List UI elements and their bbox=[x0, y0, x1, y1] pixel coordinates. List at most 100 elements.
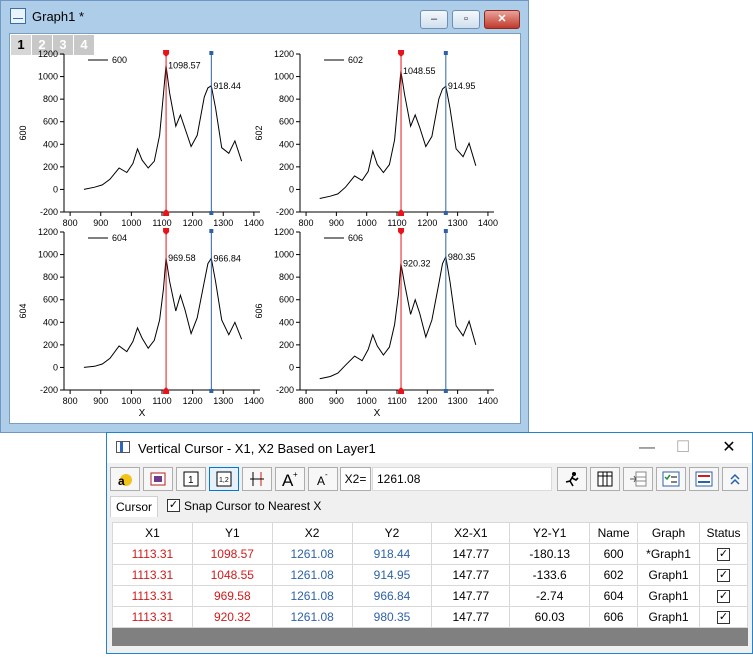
legend-label: 600 bbox=[112, 55, 127, 65]
status-checkbox[interactable]: ✓ bbox=[717, 548, 730, 562]
status-checkbox[interactable]: ✓ bbox=[717, 611, 730, 625]
graph-select-button[interactable] bbox=[143, 467, 173, 491]
cell-dx[interactable]: 147.77 bbox=[431, 564, 511, 586]
x-tick-label: 1000 bbox=[357, 218, 377, 228]
y-tick-label: -200 bbox=[40, 207, 58, 217]
plot-panel-1[interactable] bbox=[60, 50, 260, 216]
table-row[interactable]: 1113.31 969.58 1261.08 966.84 147.77 -2.… bbox=[112, 585, 748, 607]
font-smaller-button[interactable]: A- bbox=[308, 467, 338, 491]
cell-dy[interactable]: -180.13 bbox=[509, 543, 591, 565]
cursor-lines-button[interactable] bbox=[242, 467, 272, 491]
plots-area[interactable]: -200020040060080010001200800 900 1000 1100 1… bbox=[10, 34, 520, 423]
close-button[interactable]: ✕ bbox=[484, 10, 520, 29]
cell-dy[interactable]: -2.74 bbox=[509, 585, 591, 607]
restore-button[interactable]: ▫ bbox=[452, 10, 480, 29]
y-tick-label: 1200 bbox=[38, 227, 58, 237]
status-checkbox[interactable]: ✓ bbox=[717, 569, 730, 583]
cell-name[interactable]: 606 bbox=[589, 606, 639, 628]
cell-dy[interactable]: 60.03 bbox=[509, 606, 591, 628]
cell-dy[interactable]: -133.6 bbox=[509, 564, 591, 586]
collapse-button[interactable] bbox=[722, 467, 748, 491]
worksheet-button[interactable] bbox=[590, 467, 620, 491]
cell-x1[interactable]: 1113.31 bbox=[112, 543, 193, 565]
cursor-window-icon bbox=[116, 441, 130, 453]
settings-button[interactable] bbox=[689, 467, 719, 491]
cell-x2[interactable]: 1261.08 bbox=[271, 564, 353, 586]
cell-y1[interactable]: 1048.55 bbox=[191, 564, 273, 586]
x-tick-label: 1200 bbox=[183, 396, 203, 406]
cell-x2[interactable]: 1261.08 bbox=[271, 606, 353, 628]
table-header-row: X1 Y1 X2 Y2 X2-X1 Y2-Y1 Name Graph Statu… bbox=[112, 522, 748, 544]
cell-dx[interactable]: 147.77 bbox=[431, 606, 511, 628]
graph-page[interactable]: 1 2 3 4 -200 0 200 400 600 800 1000 1200 800 900 1… bbox=[9, 33, 521, 424]
cell-name[interactable]: 604 bbox=[589, 585, 639, 607]
col-header-y2[interactable]: Y2 bbox=[351, 522, 433, 544]
cell-y2[interactable]: 914.95 bbox=[351, 564, 433, 586]
cell-x2[interactable]: 1261.08 bbox=[271, 585, 353, 607]
cell-graph[interactable]: Graph1 bbox=[637, 585, 700, 607]
minimize-button[interactable]: – bbox=[420, 10, 448, 29]
table-row[interactable]: 1113.31 1098.57 1261.08 918.44 147.77 -1… bbox=[112, 543, 748, 565]
col-header-x1[interactable]: X1 bbox=[112, 522, 193, 544]
col-header-dy[interactable]: Y2-Y1 bbox=[509, 522, 591, 544]
x-tick-label: 900 bbox=[329, 396, 344, 406]
data-reader-icon: a bbox=[118, 474, 132, 488]
table-row[interactable]: 1113.31 1048.55 1261.08 914.95 147.77 -1… bbox=[112, 564, 748, 586]
x-tick-label: 1400 bbox=[478, 396, 498, 406]
cell-x1[interactable]: 1113.31 bbox=[112, 585, 193, 607]
cell-status[interactable]: ✓ bbox=[699, 564, 748, 586]
cell-y1[interactable]: 1098.57 bbox=[191, 543, 273, 565]
cell-y2[interactable]: 918.44 bbox=[351, 543, 433, 565]
cell-graph[interactable]: Graph1 bbox=[637, 606, 700, 628]
cursor-2-handle-top bbox=[443, 229, 448, 233]
x-tick-label: 1000 bbox=[121, 396, 141, 406]
cell-y1[interactable]: 969.58 bbox=[191, 585, 273, 607]
status-checkbox[interactable]: ✓ bbox=[717, 590, 730, 604]
cell-graph[interactable]: Graph1 bbox=[637, 564, 700, 586]
cursor-window[interactable]: Vertical Cursor - X1, X2 Based on Layer1… bbox=[106, 432, 753, 654]
plot-panel-2[interactable] bbox=[296, 50, 494, 216]
cell-x1[interactable]: 1113.31 bbox=[112, 564, 193, 586]
animate-button[interactable] bbox=[557, 467, 587, 491]
cell-dx[interactable]: 147.77 bbox=[431, 543, 511, 565]
cell-name[interactable]: 602 bbox=[589, 564, 639, 586]
cell-y2[interactable]: 966.84 bbox=[351, 585, 433, 607]
cell-x1[interactable]: 1113.31 bbox=[112, 606, 193, 628]
cell-y2[interactable]: 980.35 bbox=[351, 606, 433, 628]
col-header-y1[interactable]: Y1 bbox=[191, 522, 273, 544]
maximize-button[interactable]: ☐ bbox=[668, 437, 698, 459]
cursor-1-button[interactable]: 1 bbox=[176, 467, 206, 491]
col-header-dx[interactable]: X2-X1 bbox=[431, 522, 511, 544]
cursor-titlebar[interactable]: Vertical Cursor - X1, X2 Based on Layer1… bbox=[107, 433, 752, 463]
cell-status[interactable]: ✓ bbox=[699, 606, 748, 628]
cell-dx[interactable]: 147.77 bbox=[431, 585, 511, 607]
col-header-graph[interactable]: Graph bbox=[637, 522, 700, 544]
data-reader-button[interactable]: a bbox=[110, 467, 140, 491]
add-to-sheet-button[interactable] bbox=[623, 467, 653, 491]
preferences-button[interactable] bbox=[656, 467, 686, 491]
col-header-status[interactable]: Status bbox=[699, 522, 748, 544]
cell-y1[interactable]: 920.32 bbox=[191, 606, 273, 628]
close-button[interactable]: ✕ bbox=[714, 437, 744, 459]
cursor-1-2-button[interactable]: 1,2 bbox=[209, 467, 239, 491]
cell-name[interactable]: 600 bbox=[589, 543, 639, 565]
svg-text:-: - bbox=[325, 470, 328, 479]
x-tick-label: 1300 bbox=[448, 396, 468, 406]
col-header-x2[interactable]: X2 bbox=[271, 522, 353, 544]
cell-status[interactable]: ✓ bbox=[699, 543, 748, 565]
snap-checkbox[interactable]: ✓ bbox=[167, 499, 180, 512]
y-tick-label: 800 bbox=[43, 272, 58, 282]
table-row[interactable]: 1113.31 920.32 1261.08 980.35 147.77 60.… bbox=[112, 606, 748, 628]
col-header-name[interactable]: Name bbox=[589, 522, 639, 544]
y-tick-label: 600 bbox=[43, 117, 58, 127]
graph-window[interactable]: Graph1 * – ▫ ✕ 1 2 3 4 -200 0 200 400 600 800… bbox=[0, 0, 529, 433]
cell-x2[interactable]: 1261.08 bbox=[271, 543, 353, 565]
tab-cursor[interactable]: Cursor bbox=[110, 496, 158, 517]
cell-graph[interactable]: *Graph1 bbox=[637, 543, 700, 565]
cell-status[interactable]: ✓ bbox=[699, 585, 748, 607]
font-larger-button[interactable]: A + bbox=[275, 467, 305, 491]
graph-titlebar[interactable]: Graph1 * – ▫ ✕ bbox=[1, 1, 528, 31]
minimize-button[interactable]: — bbox=[632, 437, 662, 459]
x2-input[interactable]: 1261.08 bbox=[372, 467, 552, 491]
settings-icon bbox=[695, 471, 713, 487]
